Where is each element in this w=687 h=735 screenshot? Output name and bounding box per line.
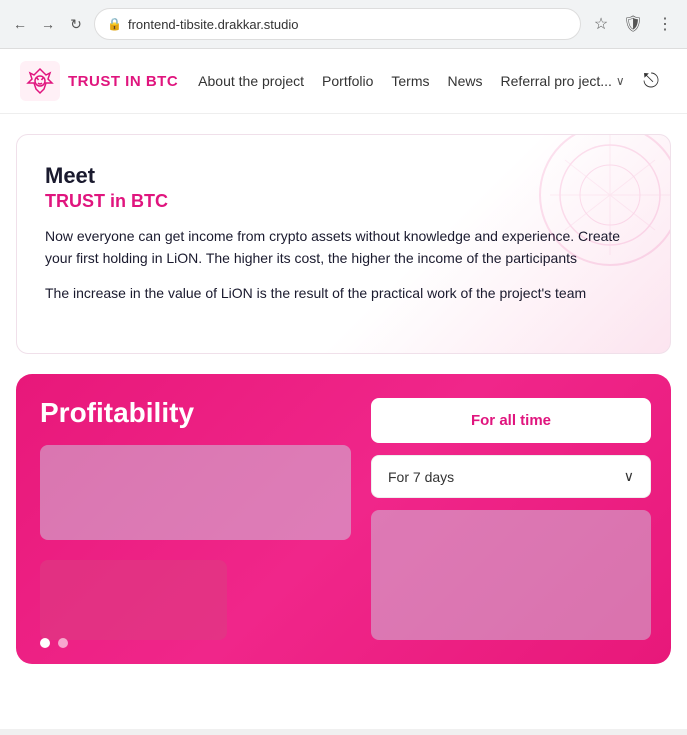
profit-chart-right	[371, 510, 651, 640]
dots-indicator	[40, 638, 68, 648]
nav-portfolio[interactable]: Portfolio	[322, 73, 373, 89]
forward-button[interactable]: →	[38, 14, 58, 34]
refresh-button[interactable]: ↻	[66, 14, 86, 34]
login-button[interactable]: ⎋	[635, 65, 667, 97]
shield-button[interactable]: 🛡	[621, 12, 645, 36]
nav-referral-label: Referral pro	[501, 73, 575, 89]
dot-1[interactable]	[40, 638, 50, 648]
profitability-right: For all time For 7 days ∨	[371, 398, 651, 640]
browser-chrome: ← → ↻ 🔒 frontend-tibsite.drakkar.studio …	[0, 0, 687, 49]
dropdown-chevron-icon: ∨	[624, 468, 634, 485]
lock-icon: 🔒	[107, 17, 122, 31]
logo-icon	[20, 61, 60, 101]
hero-bg-decoration	[490, 134, 671, 315]
site-wrapper: TRUST IN BTC About the project Portfolio…	[0, 49, 687, 729]
logo-text: TRUST IN BTC	[68, 73, 178, 90]
browser-toolbar: ← → ↻ 🔒 frontend-tibsite.drakkar.studio …	[0, 0, 687, 48]
url-display: frontend-tibsite.drakkar.studio	[128, 17, 568, 32]
for-7-days-dropdown[interactable]: For 7 days ∨	[371, 455, 651, 498]
nav-news[interactable]: News	[448, 73, 483, 89]
nav-more-dropdown[interactable]: Referral project... ∨	[501, 73, 625, 89]
hero-section: Meet TRUST in BTC Now everyone can get i…	[16, 134, 671, 354]
address-bar[interactable]: 🔒 frontend-tibsite.drakkar.studio	[94, 8, 581, 40]
menu-button[interactable]: ⋮	[653, 12, 677, 36]
logo-link[interactable]: TRUST IN BTC	[20, 61, 178, 101]
nav-more-label: ject...	[578, 73, 611, 89]
for-all-time-button[interactable]: For all time	[371, 398, 651, 443]
profitability-left: Profitability	[40, 398, 351, 640]
profit-extra-block	[40, 560, 227, 640]
nav-terms[interactable]: Terms	[391, 73, 429, 89]
favorite-button[interactable]: ☆	[589, 12, 613, 36]
dropdown-label: For 7 days	[388, 469, 454, 485]
profit-chart-left	[40, 445, 351, 540]
nav-about[interactable]: About the project	[198, 73, 304, 89]
back-button[interactable]: ←	[10, 14, 30, 34]
profitability-title: Profitability	[40, 398, 351, 429]
nav-chevron-icon: ∨	[616, 74, 625, 88]
site-header: TRUST IN BTC About the project Portfolio…	[0, 49, 687, 114]
nav-links: About the project Portfolio Terms News R…	[198, 73, 627, 89]
dot-2[interactable]	[58, 638, 68, 648]
profitability-section: Profitability For all time For 7 days ∨	[16, 374, 671, 664]
